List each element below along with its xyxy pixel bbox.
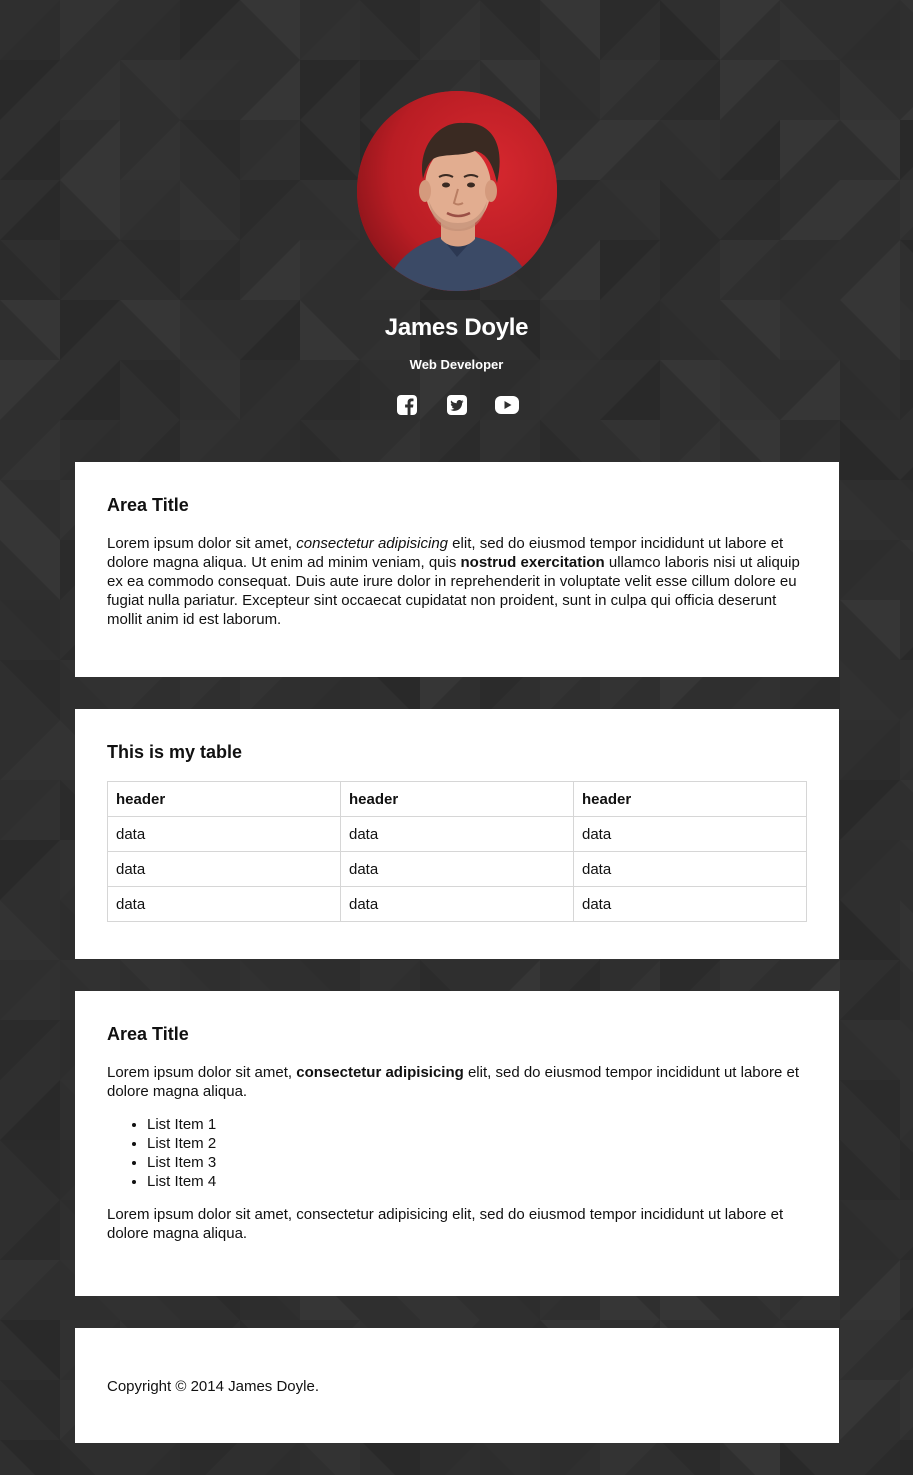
data-table: header header header data data data data…	[107, 781, 807, 922]
facebook-link[interactable]	[395, 393, 419, 417]
twitter-link[interactable]	[445, 393, 469, 417]
table-cell: data	[107, 851, 341, 887]
youtube-icon	[494, 396, 519, 414]
list-item: List Item 1	[147, 1115, 807, 1134]
table-header-row: header header header	[107, 781, 807, 817]
text-span: Lorem ipsum dolor sit amet,	[107, 535, 297, 552]
table-cell: data	[340, 851, 574, 887]
section-closing-paragraph: Lorem ipsum dolor sit amet, consectetur …	[107, 1206, 784, 1242]
text-span: Lorem ipsum dolor sit amet,	[107, 1064, 297, 1081]
table-cell: data	[573, 816, 807, 852]
list-item: List Item 4	[147, 1172, 807, 1191]
table-cell: data	[107, 886, 341, 922]
footer: Copyright © 2014 James Doyle.	[75, 1328, 839, 1443]
table-cell: data	[340, 816, 574, 852]
social-links	[0, 393, 913, 417]
profile-photo	[356, 91, 557, 291]
table-cell: data	[573, 886, 807, 922]
table-row: data data data	[107, 816, 807, 852]
section-title: Area Title	[107, 1024, 189, 1044]
avatar	[356, 91, 557, 291]
table-header-cell: header	[573, 781, 807, 817]
section-title: Area Title	[107, 495, 189, 515]
facebook-icon	[396, 395, 417, 415]
list-item: List Item 3	[147, 1153, 807, 1172]
table-cell: data	[340, 886, 574, 922]
area-section-1: Area Title Lorem ipsum dolor sit amet, c…	[75, 462, 839, 677]
profile-header: James Doyle Web Developer	[0, 0, 913, 415]
list-item: List Item 2	[147, 1134, 807, 1153]
italic-text: consectetur adipisicing	[296, 535, 449, 552]
table-header-cell: header	[107, 781, 341, 817]
bold-text: nostrud exercitation	[460, 554, 605, 571]
profile-role: Web Developer	[409, 357, 504, 372]
bullet-list: List Item 1 List Item 2 List Item 3 List…	[107, 1115, 807, 1191]
area-section-2: Area Title Lorem ipsum dolor sit amet, c…	[75, 991, 839, 1296]
table-row: data data data	[107, 851, 807, 887]
table-section: This is my table header header header da…	[75, 709, 839, 959]
bold-text: consectetur adipisicing	[296, 1064, 464, 1081]
table-title: This is my table	[107, 742, 243, 762]
copyright-text: Copyright © 2014 James Doyle.	[107, 1378, 319, 1395]
page: James Doyle Web Developer Area Title Lor…	[0, 0, 913, 1443]
table-row: data data data	[107, 886, 807, 922]
table-header-cell: header	[340, 781, 574, 817]
section-paragraph: Lorem ipsum dolor sit amet, consectetur …	[107, 534, 807, 629]
table-cell: data	[573, 851, 807, 887]
background-triangle	[900, 1440, 913, 1475]
youtube-link[interactable]	[494, 393, 519, 417]
section-paragraph: Lorem ipsum dolor sit amet, consectetur …	[107, 1063, 807, 1101]
table-cell: data	[107, 816, 341, 852]
twitter-icon	[446, 395, 467, 415]
profile-name: James Doyle	[384, 314, 529, 341]
